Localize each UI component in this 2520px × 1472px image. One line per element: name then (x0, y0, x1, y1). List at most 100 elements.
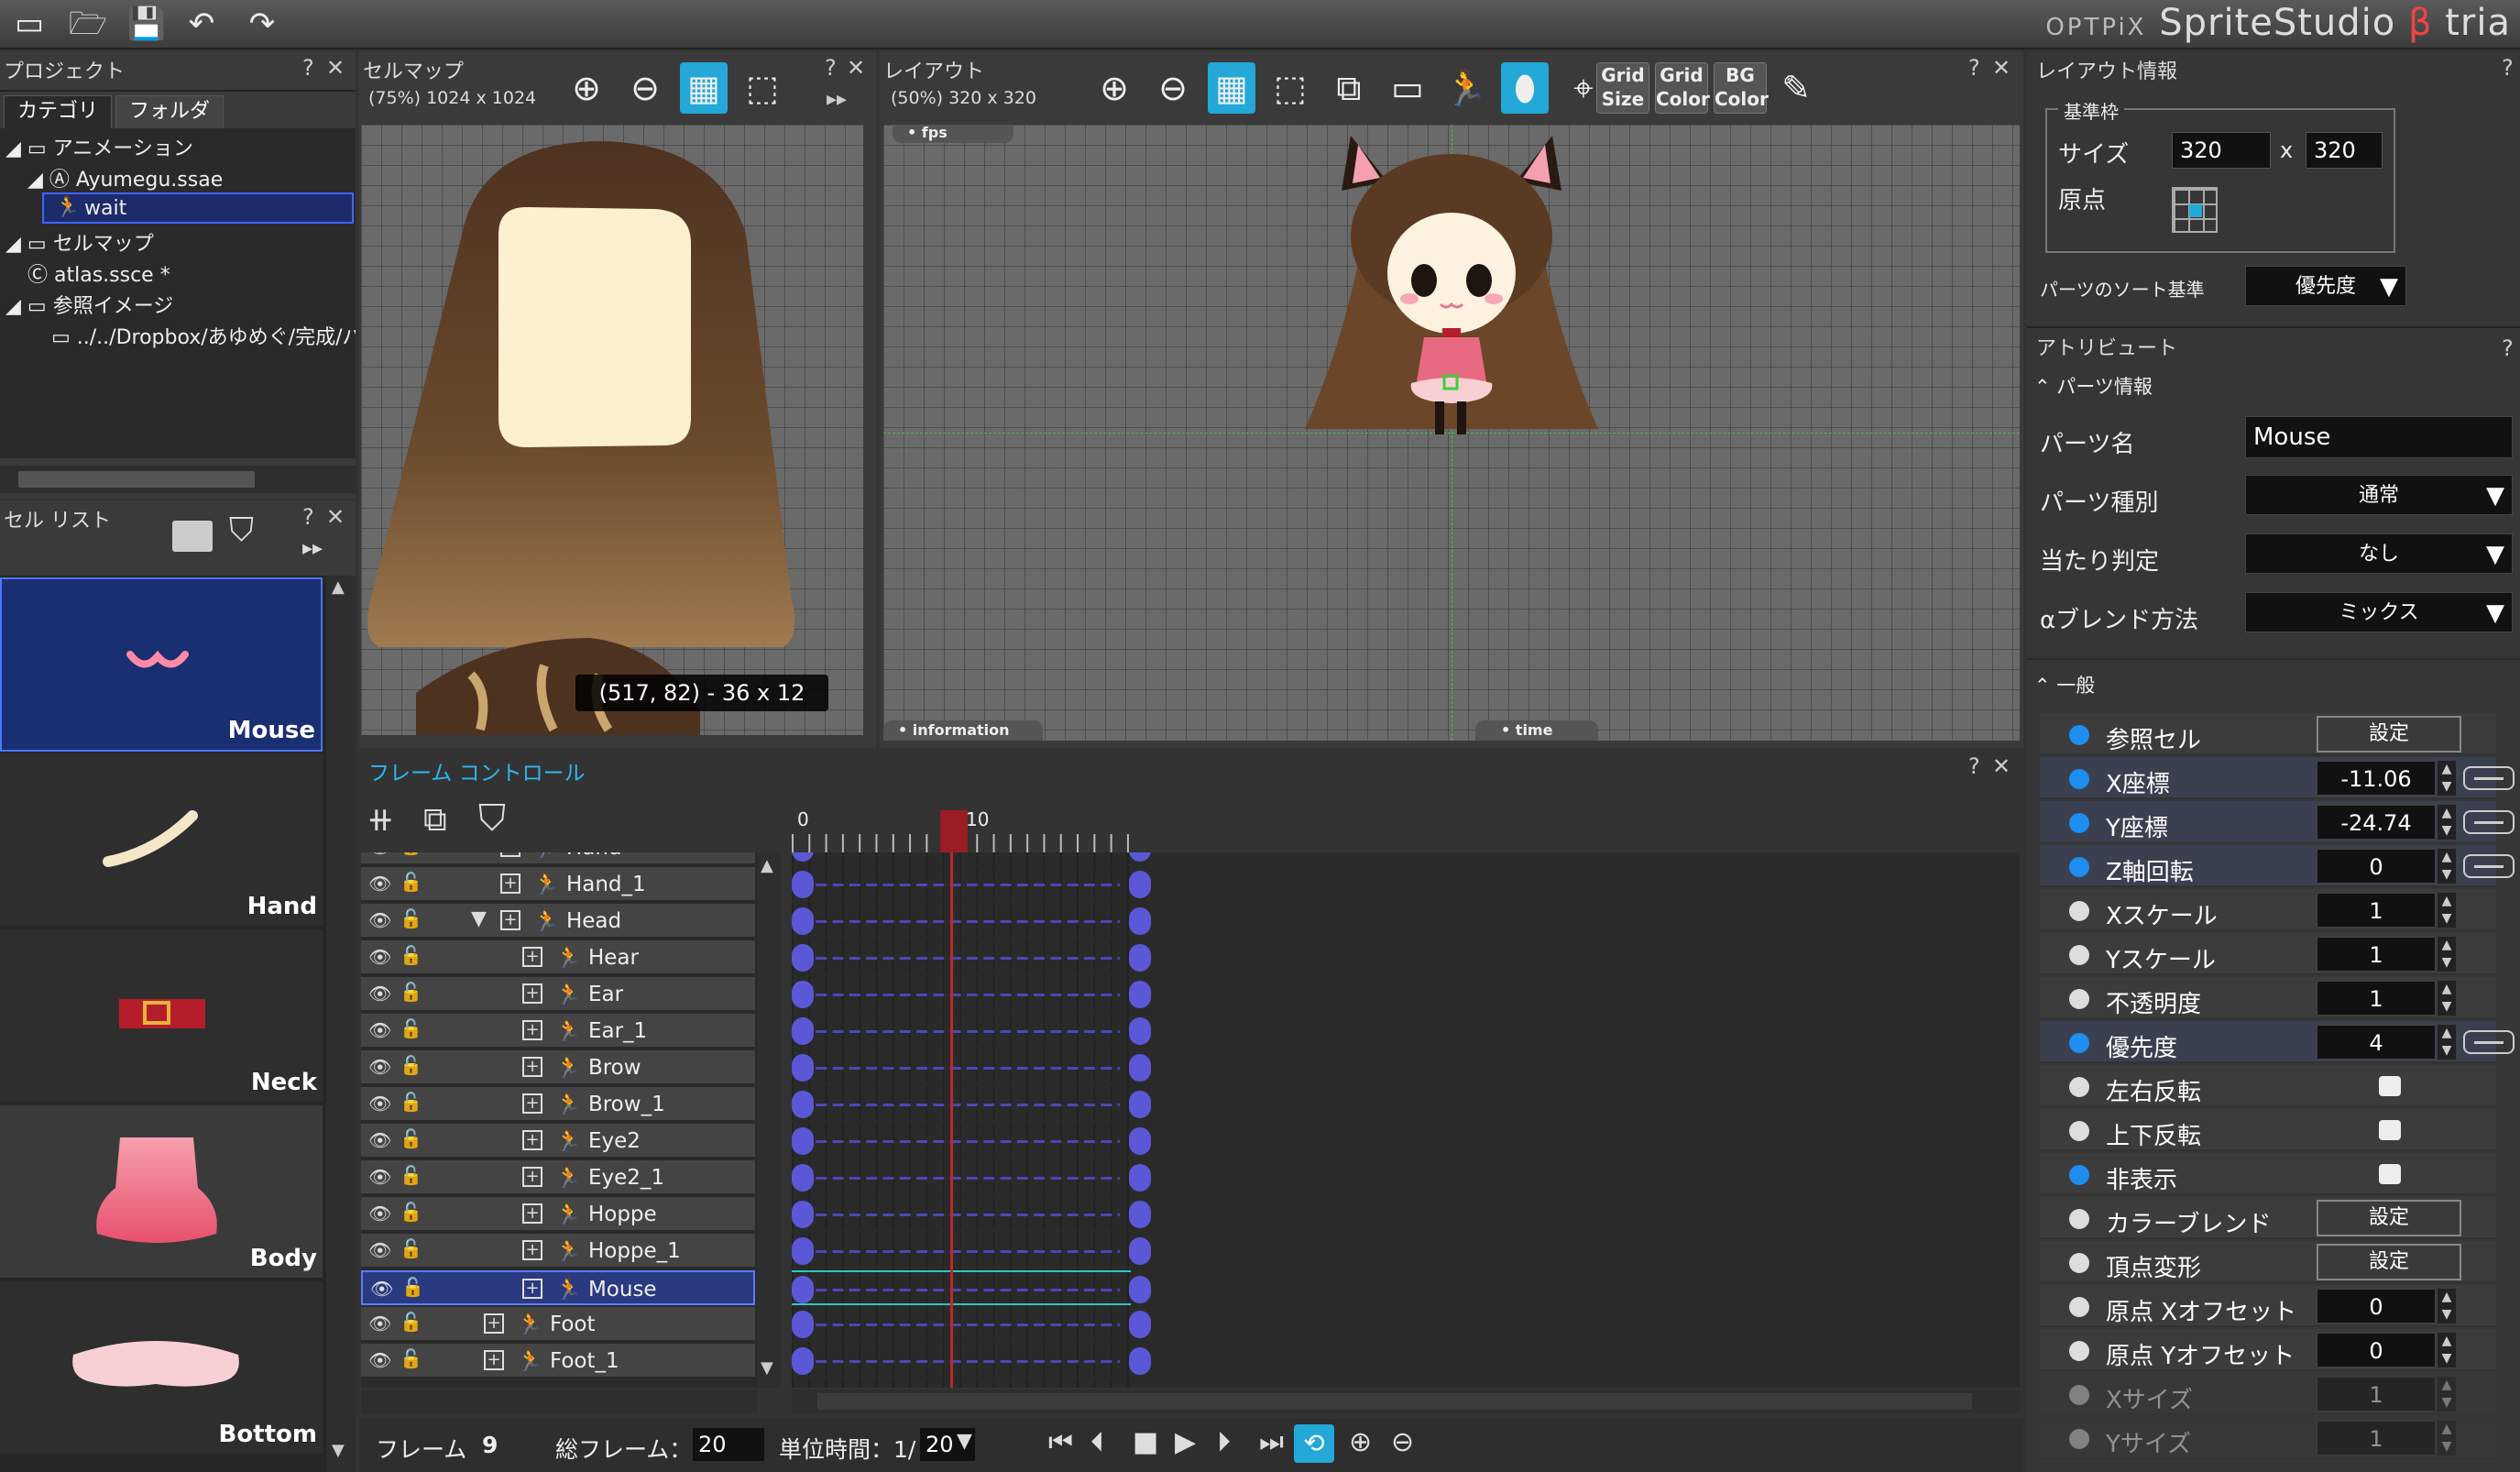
zoom-out-icon[interactable]: ⊖ (1149, 62, 1197, 114)
tab-category[interactable]: カテゴリ (4, 95, 112, 128)
timeline-grid[interactable] (792, 852, 2020, 1388)
help-icon[interactable]: ? (1968, 55, 1980, 81)
eye-icon[interactable]: 👁 (368, 946, 391, 968)
part-row[interactable]: 👁 🔓 + 🏃 Ear_1 (361, 1014, 755, 1049)
scroll-down-icon[interactable]: ▼ (761, 1358, 773, 1378)
eye-icon[interactable]: 👁 (368, 1093, 391, 1115)
expand-plus-icon[interactable]: + (522, 1167, 542, 1187)
redo-icon[interactable]: ↷ (242, 5, 282, 42)
key-frame[interactable] (792, 981, 814, 1008)
part-row[interactable]: 👁 🔓 + 🏃 Hear (361, 940, 755, 975)
priority-input[interactable]: 4 (2317, 1025, 2436, 1060)
part-name-input[interactable]: Mouse (2245, 416, 2513, 458)
collapse-arrow-icon[interactable]: ▼ (471, 907, 487, 930)
help-icon[interactable]: ? (302, 55, 314, 81)
y-scale-input[interactable]: 1 (2317, 937, 2436, 972)
eye-icon[interactable]: 👁 (368, 983, 391, 1005)
information-tag[interactable]: • information (883, 720, 1043, 741)
x-position-input[interactable]: -11.06 (2317, 761, 2436, 796)
cell-item-neck[interactable]: Neck (0, 929, 323, 1104)
scroll-down-icon[interactable]: ▼ (332, 1441, 345, 1460)
lock-icon[interactable]: 🔓 (400, 871, 422, 893)
lock-icon[interactable]: 🔓 (400, 1237, 422, 1259)
key-frame[interactable] (1129, 1017, 1151, 1045)
key-frame[interactable] (1129, 871, 1151, 898)
new-file-icon[interactable]: ▭ (9, 5, 49, 42)
play-icon[interactable]: ▶ (1175, 1426, 1196, 1458)
project-hscroll[interactable] (0, 466, 356, 493)
opacity-input[interactable]: 1 (2317, 981, 2436, 1016)
expand-plus-icon[interactable]: + (484, 1350, 504, 1370)
part-row[interactable]: 👁 🔓 + 🏃 Foot_1 (361, 1344, 755, 1379)
parts-info-header[interactable]: ⌃ パーツ情報 (2034, 372, 2153, 400)
key-frame[interactable] (792, 1237, 814, 1265)
expand-plus-icon[interactable]: + (522, 1203, 542, 1224)
part-row[interactable]: 👁 🔓 + 🏃 Hand (361, 852, 755, 865)
key-dot-icon[interactable] (2069, 1209, 2089, 1229)
part-row[interactable]: 👁 🔓 + 🏃 Hoppe (361, 1197, 755, 1232)
lock-icon[interactable]: 🔓 (400, 1164, 422, 1186)
tree-item-wait[interactable]: wait 🏃 (42, 192, 354, 224)
fps-tag[interactable]: • fps (893, 125, 1013, 143)
help-icon[interactable]: ? (1968, 753, 1980, 779)
help-icon[interactable]: ? (2502, 55, 2514, 81)
eye-icon[interactable]: 👁 (368, 1129, 391, 1151)
key-frame[interactable] (1129, 1311, 1151, 1338)
key-frame[interactable] (792, 1091, 814, 1118)
key-frame[interactable] (1129, 1237, 1151, 1265)
key-dot-icon[interactable] (2069, 989, 2089, 1009)
key-dot-icon[interactable] (2069, 901, 2089, 921)
tree-item-refimage[interactable]: ◢ ▭ 参照イメージ (5, 290, 173, 319)
bounds-icon[interactable]: ⧉ (1325, 62, 1373, 114)
slider-button[interactable] (2463, 810, 2515, 834)
timeline-row[interactable] (792, 852, 1151, 865)
scroll-thumb[interactable] (18, 471, 255, 488)
expand-plus-icon[interactable]: + (522, 1020, 542, 1040)
expand-icon[interactable]: ▸▸ (302, 537, 323, 560)
lock-icon[interactable]: 🔓 (400, 1017, 422, 1039)
help-icon[interactable]: ? (825, 55, 837, 81)
timeline-row[interactable] (792, 1234, 1151, 1269)
lock-icon[interactable]: 🔓 (400, 1091, 422, 1113)
lock-icon[interactable]: 🔓 (400, 944, 422, 966)
picker-icon[interactable]: ✎ (1772, 62, 1820, 114)
x-scale-input[interactable]: 1 (2317, 893, 2436, 928)
timeline-row[interactable] (792, 1160, 1151, 1195)
key-dot-icon[interactable] (2069, 1253, 2089, 1273)
expand-plus-icon[interactable]: + (522, 983, 542, 1004)
vertex-settings-button[interactable]: 設定 (2317, 1244, 2461, 1280)
key-frame[interactable] (1129, 907, 1151, 935)
current-frame-marker[interactable] (940, 810, 968, 854)
expand-icon[interactable]: ▸▸ (827, 88, 847, 111)
cell-item-hand[interactable]: Hand (0, 753, 323, 928)
key-frame[interactable] (1129, 981, 1151, 1008)
part-row[interactable]: 👁 🔓 + 🏃 Ear (361, 977, 755, 1012)
first-frame-icon[interactable]: ⏮ (1048, 1426, 1073, 1458)
tree-item-atlas[interactable]: Ⓒ atlas.ssce * (27, 258, 170, 288)
hit-select[interactable]: なし ▼ (2245, 533, 2513, 574)
key-dot-icon[interactable] (2069, 1033, 2089, 1053)
timeline-row[interactable] (792, 1014, 1151, 1049)
z-rotation-input[interactable]: 0 (2317, 849, 2436, 884)
timeline-hscroll[interactable] (792, 1390, 2020, 1413)
timeline-row[interactable] (792, 904, 1151, 939)
close-icon[interactable]: ✕ (1992, 753, 2011, 779)
prev-frame-icon[interactable]: ⏴ (1090, 1426, 1104, 1458)
animation-icon[interactable]: 🏃 (1442, 62, 1490, 114)
cell-list-vscroll[interactable]: ▲ ▼ (326, 576, 356, 1472)
eye-icon[interactable]: 👁 (368, 873, 391, 895)
zoom-out-icon[interactable]: ⊖ (621, 62, 669, 114)
part-row[interactable]: 👁 🔓 + 🏃 Eye2_1 (361, 1160, 755, 1195)
part-row[interactable]: 👁 🔓 + 🏃 Brow (361, 1050, 755, 1085)
tab-folder[interactable]: フォルダ (115, 95, 224, 128)
spinner-icon[interactable]: ▲ ▼ (2438, 1025, 2456, 1060)
zoom-in-icon[interactable]: ⊕ (563, 62, 610, 114)
zoom-in-icon[interactable]: ⊕ (1090, 62, 1138, 114)
color-blend-settings-button[interactable]: 設定 (2317, 1200, 2461, 1236)
cell-item-body[interactable]: Body (0, 1105, 323, 1280)
timeline-row[interactable] (792, 867, 1151, 902)
frame-icon[interactable]: ▭ (1384, 62, 1431, 114)
key-frame[interactable] (1129, 1201, 1151, 1228)
lock-icon[interactable]: 🔓 (400, 852, 422, 856)
slider-button[interactable] (2463, 1030, 2515, 1054)
